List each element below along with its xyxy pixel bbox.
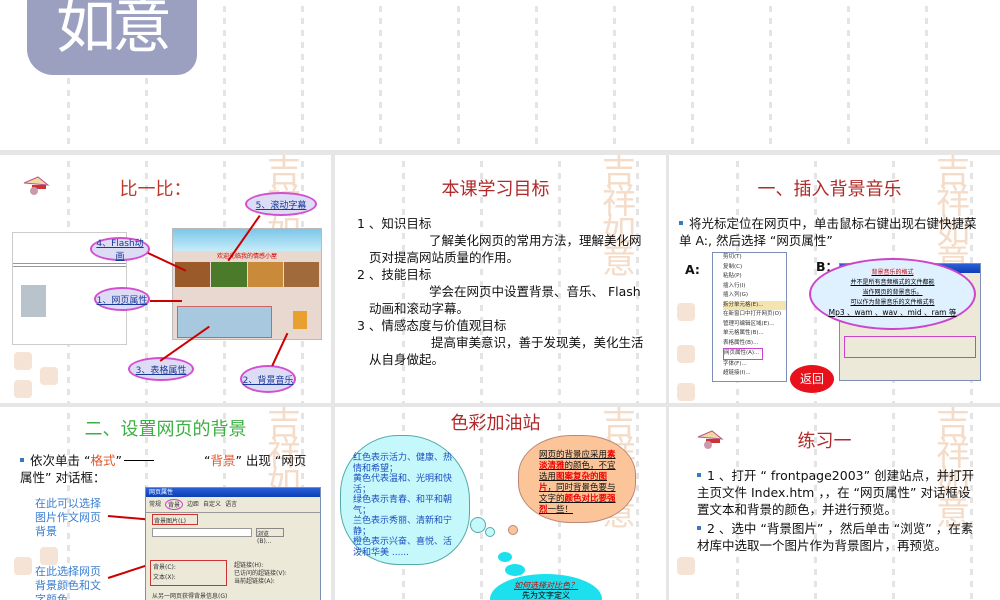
dialog-tab[interactable]: 常规 xyxy=(149,499,161,510)
context-menu-item[interactable]: 在新窗口中打开网页(O) xyxy=(723,310,786,320)
objectives-text: 1 、知识目标 了解美化网页的常用方法，理解美化网页对提高网站质量的作用。 2 … xyxy=(357,215,647,368)
context-menu-item[interactable]: 插入行(I) xyxy=(723,282,786,292)
dialog-title: 网页属性 xyxy=(146,488,320,497)
link-color-label: 超链接(H): xyxy=(234,562,264,569)
arrow-icon xyxy=(123,460,154,461)
web-banner-text: 欢迎光临我的情感小屋 xyxy=(216,253,277,260)
callout-page-properties: 1、网页属性 xyxy=(94,287,150,311)
bubble-line: Mp3 、wam 、wav 、mid 、ram 等 xyxy=(828,308,957,317)
browse-button[interactable]: 浏览(B)... xyxy=(256,528,284,545)
slide-thumbnail-5[interactable]: 吉祥如意 色彩加油站 红色表示活力、健康、热情和希望； 黄色代表温和、光明和快活… xyxy=(335,407,666,600)
context-menu-item[interactable]: 复制(C) xyxy=(723,263,786,273)
text: ” xyxy=(115,453,122,468)
from-page-checkbox[interactable]: 从另一网页获得背景信息(G) xyxy=(152,591,227,600)
color-meaning: 橙色表示兴奋、喜悦、活泼和华美 ...... xyxy=(353,537,453,558)
slide-thumbnail-2[interactable]: 吉祥如意 本课学习目标 1 、知识目标 了解美化网页的常用方法，理解美化网页对提… xyxy=(335,155,666,403)
context-menu-item[interactable]: 网页属性(A)... xyxy=(723,348,763,360)
slide-title: 二、设置网页的背景 xyxy=(84,419,247,440)
context-menu-item[interactable]: 单元格属性(B)... xyxy=(723,329,786,339)
slide-title: 一、插入背景音乐 xyxy=(757,179,902,200)
cloud-question: 如何选择对比色？ xyxy=(514,581,578,590)
bubble-title: 背景音乐的格式 xyxy=(871,269,914,276)
top-slide-preview: 如意 xyxy=(0,0,1000,150)
bg-color-label: 背景(C): xyxy=(153,564,176,571)
styled-webpage-screenshot: 欢迎光临我的情感小屋 xyxy=(172,228,322,340)
seal-logo: 如意 xyxy=(27,0,197,75)
callout-scrolling-marquee: 5、滚动字幕 xyxy=(245,192,317,216)
slide-thumbnail-3[interactable]: 吉祥如意 一、插入背景音乐 将光标定位在网页中，单击鼠标右键出现右键快捷菜单 A… xyxy=(669,155,1000,403)
context-menu-item[interactable]: 粘贴(P) xyxy=(723,272,786,282)
context-menu-item[interactable]: 剪切(T) xyxy=(723,253,786,263)
color-meaning: 绿色表示青春、和平和朝气； xyxy=(353,495,453,516)
exercise-item: 2 、选中 “背景图片” ，然后单击 “浏览” ，在素材库中选取一个图片作为背景… xyxy=(697,520,982,554)
color-meaning: 黄色代表温和、光明和快活； xyxy=(353,474,453,495)
context-menu-item[interactable]: 管理可编辑区域(E)... xyxy=(723,320,786,330)
advice-cloud: 网页的背景应采用素淡清雅的颜色，不宜选用图案复杂的图片，同时背景色要与文字的颜色… xyxy=(518,435,636,523)
callout-flash: 4、Flash动画 xyxy=(90,237,150,262)
context-menu-item[interactable]: 字体(F)... xyxy=(723,360,786,370)
objective-text: 了解美化网页的常用方法，理解美化网页对提高网站质量的作用。 xyxy=(369,233,642,265)
color-meaning: 红色表示活力、健康、热情和希望； xyxy=(353,453,453,474)
dialog-tab[interactable]: 边距 xyxy=(187,499,199,510)
visited-color-label: 已访问的超链接(V): xyxy=(234,570,287,577)
context-menu: 剪切(T) 复制(C) 粘贴(P) 插入行(I) 插入列(G) 拆分单元格(E)... 在新… xyxy=(712,252,787,382)
color-meaning-cloud: 红色表示活力、健康、热情和希望； 黄色代表温和、光明和快活； 绿色表示青春、和平… xyxy=(340,435,470,565)
text: 依次单击 “ xyxy=(30,453,91,468)
page-properties-dialog: 网页属性 常规 背景 边距 自定义 语言 背景图片(L) 浏览(B)... 背景(C):… xyxy=(145,487,321,600)
background-keyword: 背景 xyxy=(210,453,236,468)
note-bg-picture: 在此可以选择图片作文网页背景 xyxy=(35,497,101,538)
format-keyword: 格式 xyxy=(90,453,116,468)
slide-thumbnail-1[interactable]: 吉祥如意 比一比： 欢迎光临我的情感小屋 5、滚动字幕 4、Flash动画 1、… xyxy=(0,155,331,403)
dialog-tab[interactable]: 背景 xyxy=(165,499,184,510)
advice-text: 一些！ xyxy=(547,505,574,515)
bottom-cloud: 如何选择对比色？ 先为文字定义 xyxy=(490,574,602,600)
dialog-tabs: 常规 背景 边距 自定义 语言 xyxy=(146,497,320,513)
advice-text: 网页的背景应采用 xyxy=(539,450,608,460)
callout-bg-music: 2、背景音乐 xyxy=(240,365,296,393)
slide-thumbnail-4[interactable]: 吉祥如意 二、设置网页的背景 依次单击 “格式”“背景” 出现 “网页属性” 对… xyxy=(0,407,331,600)
active-color-label: 当前超链接(A): xyxy=(234,578,275,585)
text-color-label: 文本(X): xyxy=(153,574,176,581)
objective-heading: 1 、知识目标 xyxy=(357,216,432,231)
bubble-line: 并不是所有音频格式的文件都能 xyxy=(850,279,935,286)
music-format-bubble: 背景音乐的格式 并不是所有音频格式的文件都能 当作网页的背景音乐。 可以作为背景… xyxy=(809,258,976,330)
context-menu-item[interactable]: 表格属性(B)... xyxy=(723,339,786,349)
bg-picture-checkbox[interactable]: 背景图片(L) xyxy=(152,514,198,525)
dialog-tab[interactable]: 自定义 xyxy=(203,499,221,510)
slide-title: 练习一 xyxy=(797,431,852,452)
note-bg-color: 在此选择网页背景颜色和文字颜色 xyxy=(35,565,101,600)
bullet-text: 依次单击 “格式” “背景” 出现 “网页属性” 对话框： xyxy=(20,452,310,486)
context-menu-item[interactable]: 插入列(G) xyxy=(723,291,786,301)
slide-title: 色彩加油站 xyxy=(450,413,541,434)
label-a: A: xyxy=(685,262,700,277)
exercise-list: 1 、打开 “ frontpage2003” 创建站点，并打开主页文件 Inde… xyxy=(697,467,982,554)
objective-text: 学会在网页中设置背景、音乐、 Flash 动画和滚动字幕。 xyxy=(369,284,641,316)
objective-heading: 2 、技能目标 xyxy=(357,267,432,282)
bullet-text: 将光标定位在网页中，单击鼠标右键出现右键快捷菜单 A:, 然后选择 “网页属性” xyxy=(679,215,979,249)
dialog-tab[interactable]: 语言 xyxy=(225,499,237,510)
slide-thumbnail-6[interactable]: 吉祥如意 练习一 1 、打开 “ frontpage2003” 创建站点，并打开… xyxy=(669,407,1000,600)
objective-text: 提高审美意识，善于发现美，美化生活从自身做起。 xyxy=(369,335,644,367)
back-button[interactable]: 返回 xyxy=(790,365,834,393)
objective-heading: 3 、情感态度与价值观目标 xyxy=(357,318,507,333)
bubble-line: 当作网页的背景音乐。 xyxy=(862,289,923,296)
context-menu-item[interactable]: 超链接(I)... xyxy=(723,369,786,379)
cloud-text: 先为文字定义 xyxy=(522,591,570,600)
bubble-line: 可以作为背景音乐的文件格式有 xyxy=(850,299,935,306)
exercise-item: 1 、打开 “ frontpage2003” 创建站点，并打开主页文件 Inde… xyxy=(697,467,982,518)
context-menu-item[interactable]: 拆分单元格(E)... xyxy=(723,300,786,310)
slide-title: 本课学习目标 xyxy=(441,179,550,200)
color-meaning: 兰色表示秀丽、清新和宁静； xyxy=(353,516,453,537)
